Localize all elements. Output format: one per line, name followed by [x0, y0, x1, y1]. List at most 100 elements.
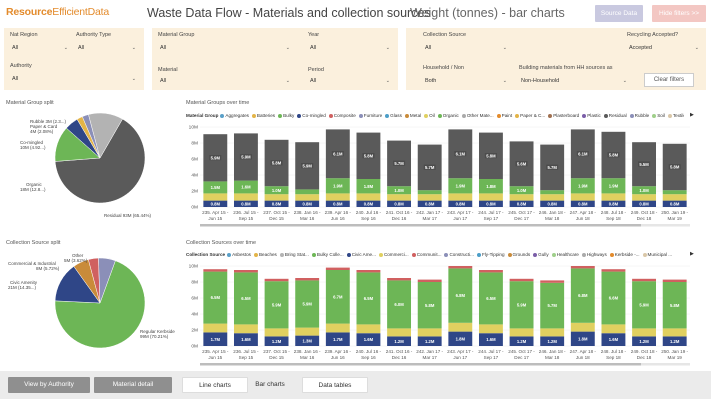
- material-bar-segment[interactable]: [233, 193, 258, 201]
- source-bar-segment[interactable]: [509, 328, 534, 337]
- source-bar-segment[interactable]: [295, 327, 320, 336]
- source-bar-segment[interactable]: [264, 278, 289, 282]
- material-legend-item[interactable]: Glass: [385, 113, 402, 118]
- source-bar-segment[interactable]: [325, 267, 350, 270]
- material-legend-item[interactable]: Paint: [496, 113, 512, 118]
- material-bar-segment[interactable]: [417, 194, 442, 201]
- authority-type-select[interactable]: All ⌄: [76, 43, 138, 53]
- source-legend-item[interactable]: Bring Stat...: [279, 252, 309, 257]
- material-bar-segment[interactable]: [325, 193, 350, 201]
- bar-charts-tab[interactable]: Bar charts: [248, 377, 292, 393]
- source-bar-segment[interactable]: [387, 328, 412, 337]
- authority-select[interactable]: All ⌄: [10, 74, 138, 84]
- recycling-select[interactable]: Accepted ⌄: [627, 43, 701, 53]
- material-legend-item[interactable]: Paper & C...: [515, 113, 545, 118]
- source-legend-item[interactable]: Bulky Colle...: [311, 252, 344, 257]
- material-bar-segment[interactable]: [295, 194, 320, 201]
- source-bar-segment[interactable]: [570, 322, 595, 332]
- material-legend-item[interactable]: Other Mate...: [461, 113, 494, 118]
- legend-next-arrow-icon[interactable]: ▶: [690, 251, 694, 257]
- legend-next-arrow-icon[interactable]: ▶: [690, 112, 694, 118]
- source-legend-item[interactable]: Civic Ame...: [346, 252, 376, 257]
- source-bar-segment[interactable]: [448, 322, 473, 332]
- source-legend-item[interactable]: Communit...: [411, 252, 441, 257]
- material-bar-segment[interactable]: [387, 194, 412, 201]
- material-legend-item[interactable]: Textiles: [667, 113, 684, 118]
- source-legend-item[interactable]: Asbestos: [227, 252, 251, 257]
- source-bar-segment[interactable]: [509, 278, 534, 282]
- source-legend-item[interactable]: Beaches: [253, 252, 277, 257]
- view-by-authority-button[interactable]: View by Authority: [8, 377, 90, 393]
- source-bar-segment[interactable]: [478, 270, 503, 273]
- material-legend-item[interactable]: Aggregates: [220, 113, 249, 118]
- material-legend-item[interactable]: Soil: [652, 113, 665, 118]
- source-legend-item[interactable]: Grounds: [507, 252, 530, 257]
- material-legend-item[interactable]: Batteries: [251, 113, 275, 118]
- collection-source-select[interactable]: All ⌄: [423, 43, 509, 53]
- household-select[interactable]: Both ⌄: [423, 76, 509, 86]
- material-detail-button[interactable]: Material detail: [94, 377, 172, 393]
- data-tables-tab[interactable]: Data tables: [302, 377, 368, 393]
- material-legend-item[interactable]: Plasterboard: [548, 113, 579, 118]
- material-legend-item[interactable]: Oil: [424, 113, 435, 118]
- source-bar-segment[interactable]: [601, 269, 626, 272]
- source-legend-item[interactable]: Kerbside -...: [609, 252, 640, 257]
- material-scrollbar-thumb[interactable]: [200, 224, 641, 227]
- source-legend-item[interactable]: Highways: [581, 252, 607, 257]
- material-bar-segment[interactable]: [540, 194, 565, 201]
- source-bar-segment[interactable]: [264, 328, 289, 337]
- material-bar-segment[interactable]: [295, 189, 320, 195]
- line-charts-tab[interactable]: Line charts: [182, 377, 248, 393]
- source-data-button[interactable]: Source Data: [595, 5, 643, 22]
- source-bar-segment[interactable]: [632, 278, 657, 282]
- source-bar-segment[interactable]: [417, 328, 442, 337]
- material-bar-segment[interactable]: [417, 190, 442, 195]
- material-bar-segment[interactable]: [570, 193, 595, 201]
- material-bar-segment[interactable]: [478, 193, 503, 201]
- source-legend-item[interactable]: Gully: [533, 252, 549, 257]
- material-bar-segment[interactable]: [632, 194, 657, 201]
- material-legend-item[interactable]: Plastic: [582, 113, 601, 118]
- source-legend-item[interactable]: Municipal ...: [642, 252, 672, 257]
- source-bar-segment[interactable]: [417, 279, 442, 282]
- material-bar-segment[interactable]: [448, 193, 473, 201]
- material-bar-segment[interactable]: [203, 193, 228, 201]
- material-group-select[interactable]: All ⌄: [158, 43, 292, 53]
- material-bar-segment[interactable]: [662, 190, 687, 195]
- source-bar-segment[interactable]: [203, 269, 228, 272]
- source-bar-segment[interactable]: [570, 266, 595, 269]
- material-legend-item[interactable]: Co-mingled: [297, 113, 326, 118]
- source-bar-segment[interactable]: [356, 270, 381, 273]
- building-materials-select[interactable]: Non-Household ⌄: [519, 76, 629, 86]
- source-bar-segment[interactable]: [325, 323, 350, 333]
- source-bar-segment[interactable]: [233, 324, 258, 334]
- clear-filters-button[interactable]: Clear filters: [644, 73, 694, 87]
- material-select[interactable]: All ⌄: [158, 76, 292, 86]
- source-scrollbar-thumb[interactable]: [200, 363, 641, 366]
- material-legend-item[interactable]: Bulky: [278, 113, 294, 118]
- source-legend-item[interactable]: Healthcare: [551, 252, 579, 257]
- year-select[interactable]: All ⌄: [308, 43, 392, 53]
- material-bar-segment[interactable]: [264, 194, 289, 201]
- material-bar-segment[interactable]: [509, 194, 534, 201]
- material-legend-item[interactable]: Furniture: [358, 113, 382, 118]
- material-bar-segment[interactable]: [356, 193, 381, 201]
- material-bar-segment[interactable]: [540, 190, 565, 195]
- source-bar-segment[interactable]: [540, 328, 565, 337]
- source-bar-segment[interactable]: [478, 324, 503, 334]
- material-legend-item[interactable]: Composite: [328, 113, 356, 118]
- material-bar-segment[interactable]: [601, 193, 626, 201]
- source-bar-segment[interactable]: [632, 328, 657, 337]
- material-legend-item[interactable]: Rubble: [629, 113, 649, 118]
- nat-region-select[interactable]: All ⌄: [10, 43, 70, 53]
- source-bar-segment[interactable]: [662, 328, 687, 337]
- source-bar-segment[interactable]: [356, 324, 381, 334]
- material-legend-item[interactable]: Organic: [437, 113, 459, 118]
- material-bar-segment[interactable]: [662, 194, 687, 201]
- hide-filters-button[interactable]: Hide filters >>: [652, 5, 706, 22]
- source-bar-segment[interactable]: [387, 278, 412, 281]
- source-bar-segment[interactable]: [233, 270, 258, 273]
- source-bar-segment[interactable]: [448, 266, 473, 269]
- source-bar-segment[interactable]: [203, 323, 228, 333]
- source-bar-segment[interactable]: [601, 324, 626, 334]
